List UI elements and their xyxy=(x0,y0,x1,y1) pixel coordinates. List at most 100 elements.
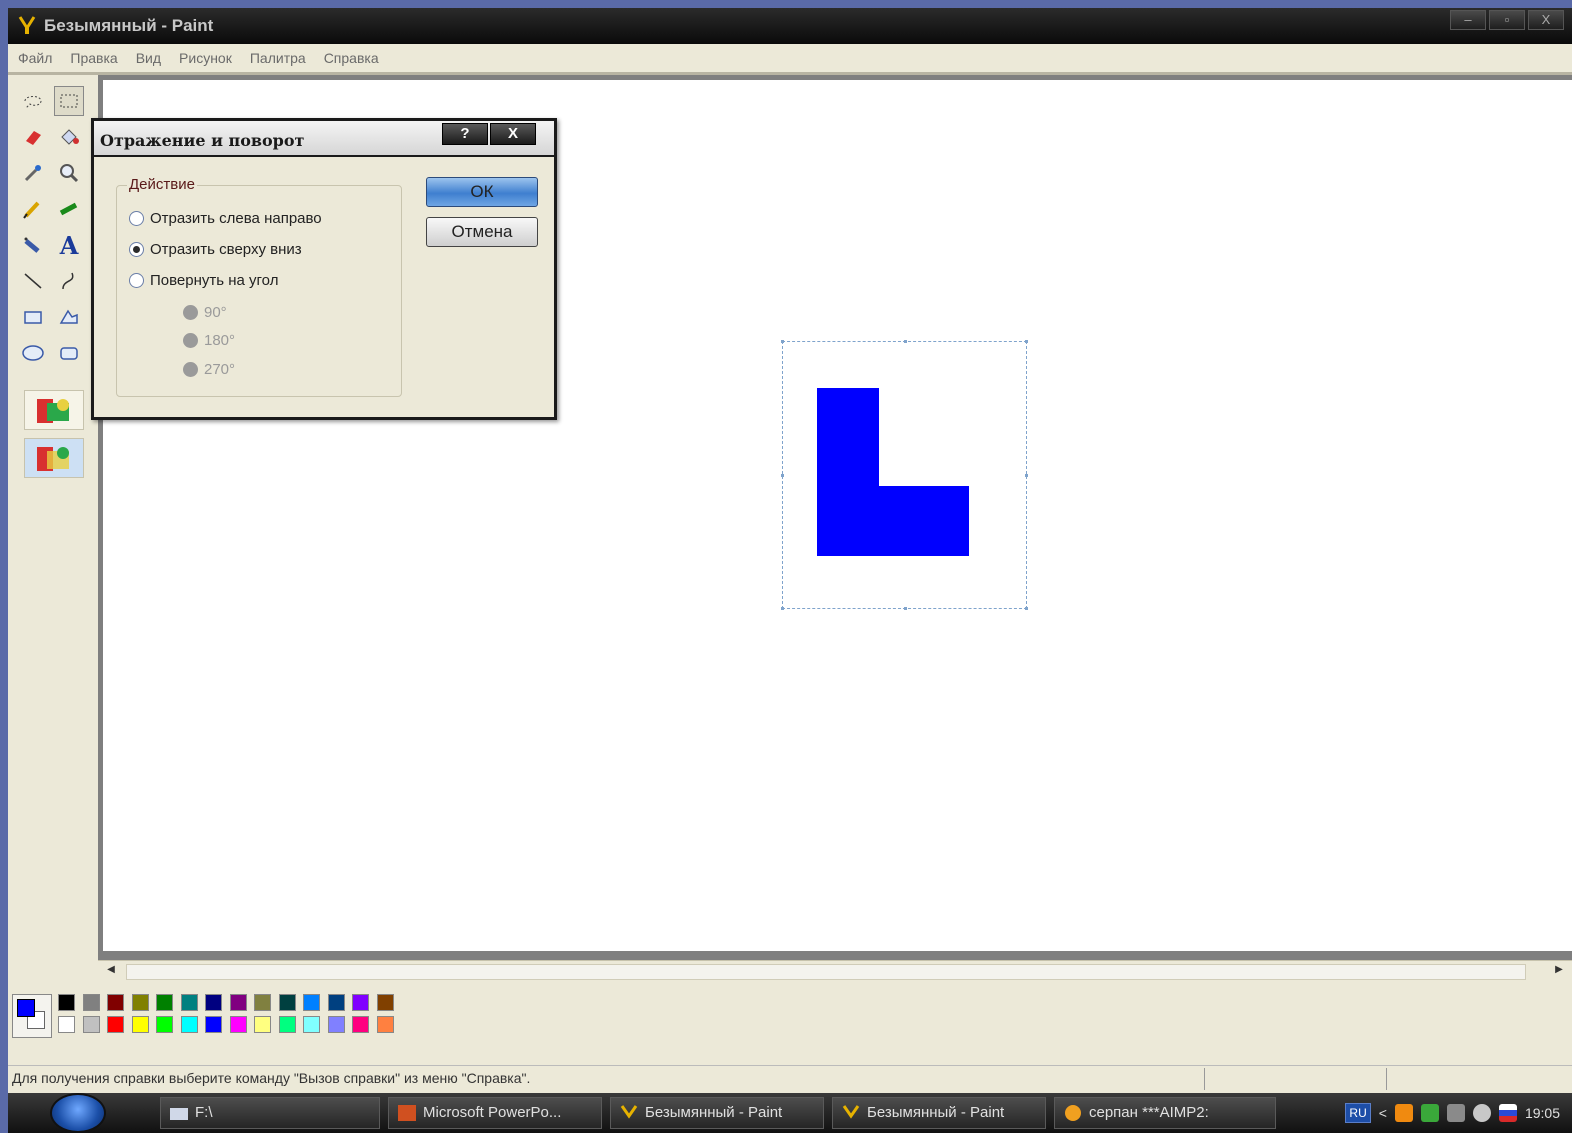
scroll-left-arrow-icon[interactable]: ◀ xyxy=(102,964,120,980)
color-swatch[interactable] xyxy=(303,1016,320,1033)
radio-button-disabled[interactable] xyxy=(183,361,198,377)
menu-file[interactable]: Файл xyxy=(18,50,52,66)
maximize-button[interactable]: ▫ xyxy=(1489,10,1525,30)
close-button[interactable]: X xyxy=(1528,10,1564,30)
rectangle-icon[interactable] xyxy=(18,302,48,332)
radio-button[interactable] xyxy=(129,210,144,226)
radio-button-checked[interactable] xyxy=(129,241,144,257)
color-swatch[interactable] xyxy=(131,994,149,1011)
menu-view[interactable]: Вид xyxy=(136,50,161,66)
airbrush-icon[interactable] xyxy=(18,230,48,260)
option-rotate[interactable]: Повернуть на угол xyxy=(129,270,278,290)
language-indicator[interactable]: RU xyxy=(1345,1103,1371,1123)
task-paint-2[interactable]: Безымянный - Paint xyxy=(832,1097,1046,1129)
color-swatch[interactable] xyxy=(278,994,296,1011)
color-swatch[interactable] xyxy=(58,1016,75,1033)
color-swatch[interactable] xyxy=(82,1016,100,1033)
color-picker-icon[interactable] xyxy=(18,158,48,188)
radio-button-disabled[interactable] xyxy=(183,304,198,320)
settings-tray-icon[interactable] xyxy=(1446,1104,1465,1122)
magnifier-icon[interactable] xyxy=(54,158,84,188)
color-swatch[interactable] xyxy=(327,994,345,1011)
network-tray-icon[interactable] xyxy=(1420,1104,1439,1122)
ellipse-icon[interactable] xyxy=(18,338,48,368)
radio-button-disabled[interactable] xyxy=(183,332,198,348)
rect-select-icon[interactable] xyxy=(54,86,84,116)
transparent-mode-option[interactable] xyxy=(24,438,84,478)
angle-180[interactable]: 180° xyxy=(183,330,235,350)
minimize-button[interactable]: – xyxy=(1450,10,1486,30)
selection-handle[interactable] xyxy=(1025,474,1028,477)
color-swatch[interactable] xyxy=(327,1016,345,1033)
tray-expand-arrow[interactable]: < xyxy=(1379,1105,1387,1121)
eraser-icon[interactable] xyxy=(18,122,48,152)
menu-help[interactable]: Справка xyxy=(324,50,379,66)
menu-edit[interactable]: Правка xyxy=(70,50,117,66)
scroll-right-arrow-icon[interactable]: ▶ xyxy=(1550,964,1568,980)
start-button[interactable] xyxy=(50,1093,106,1133)
clock[interactable]: 19:05 xyxy=(1525,1105,1560,1121)
current-colors[interactable] xyxy=(12,994,52,1038)
selection-handle[interactable] xyxy=(904,607,907,610)
ok-button[interactable]: ОК xyxy=(426,177,538,207)
option-flip-vertical[interactable]: Отразить сверху вниз xyxy=(129,239,302,259)
selection-handle[interactable] xyxy=(781,474,784,477)
menu-image[interactable]: Рисунок xyxy=(179,50,232,66)
angle-270[interactable]: 270° xyxy=(183,359,235,379)
color-swatch[interactable] xyxy=(352,1016,369,1033)
free-select-icon[interactable] xyxy=(18,86,48,116)
color-swatch[interactable] xyxy=(376,994,394,1011)
menu-palette[interactable]: Палитра xyxy=(250,50,306,66)
color-swatch[interactable] xyxy=(229,1016,247,1033)
dialog-close-button[interactable]: X xyxy=(490,123,536,145)
selection-handle[interactable] xyxy=(1025,340,1028,343)
media-tray-icon[interactable] xyxy=(1394,1104,1413,1122)
option-flip-horizontal[interactable]: Отразить слева направо xyxy=(129,208,322,228)
color-swatch[interactable] xyxy=(205,994,222,1011)
task-aimp[interactable]: серпан ***AIMP2: xyxy=(1054,1097,1276,1129)
selection-handle[interactable] xyxy=(1025,607,1028,610)
flag-tray-icon[interactable] xyxy=(1498,1104,1517,1122)
help-button[interactable]: ? xyxy=(442,123,488,145)
volume-tray-icon[interactable] xyxy=(1472,1104,1491,1122)
cancel-button[interactable]: Отмена xyxy=(426,217,538,247)
title-bar[interactable]: Безымянный - Paint – ▫ X xyxy=(8,8,1572,44)
polygon-icon[interactable] xyxy=(54,302,84,332)
task-explorer[interactable]: F:\ xyxy=(160,1097,380,1129)
text-icon[interactable]: A xyxy=(54,230,84,260)
color-swatch[interactable] xyxy=(180,994,198,1011)
color-swatch[interactable] xyxy=(156,994,173,1011)
color-swatch[interactable] xyxy=(229,994,247,1011)
dialog-title-bar[interactable]: Отражение и поворот ? X xyxy=(94,121,554,157)
color-swatch[interactable] xyxy=(205,1016,222,1033)
color-swatch[interactable] xyxy=(278,1016,296,1033)
task-paint-1[interactable]: Безымянный - Paint xyxy=(610,1097,824,1129)
color-swatch[interactable] xyxy=(107,1016,124,1033)
color-swatch[interactable] xyxy=(254,1016,271,1033)
pencil-icon[interactable] xyxy=(18,194,48,224)
color-swatch[interactable] xyxy=(58,994,75,1011)
color-swatch[interactable] xyxy=(303,994,320,1011)
fill-icon[interactable] xyxy=(54,122,84,152)
color-swatch[interactable] xyxy=(82,994,100,1011)
color-swatch[interactable] xyxy=(107,994,124,1011)
opaque-mode-option[interactable] xyxy=(24,390,84,430)
selection-handle[interactable] xyxy=(904,340,907,343)
color-swatch[interactable] xyxy=(156,1016,173,1033)
line-icon[interactable] xyxy=(18,266,48,296)
foreground-color[interactable] xyxy=(17,999,35,1017)
selection-handle[interactable] xyxy=(781,340,784,343)
radio-button[interactable] xyxy=(129,272,144,288)
angle-90[interactable]: 90° xyxy=(183,302,227,322)
task-powerpoint[interactable]: Microsoft PowerPo... xyxy=(388,1097,602,1129)
color-swatch[interactable] xyxy=(254,994,271,1011)
color-swatch[interactable] xyxy=(376,1016,394,1033)
color-swatch[interactable] xyxy=(131,1016,149,1033)
horizontal-scrollbar[interactable]: ◀ ▶ xyxy=(98,960,1572,982)
color-swatch[interactable] xyxy=(352,994,369,1011)
scroll-track[interactable] xyxy=(126,964,1526,980)
rounded-rect-icon[interactable] xyxy=(54,338,84,368)
curve-icon[interactable] xyxy=(54,266,84,296)
color-swatch[interactable] xyxy=(180,1016,198,1033)
brush-icon[interactable] xyxy=(54,194,84,224)
